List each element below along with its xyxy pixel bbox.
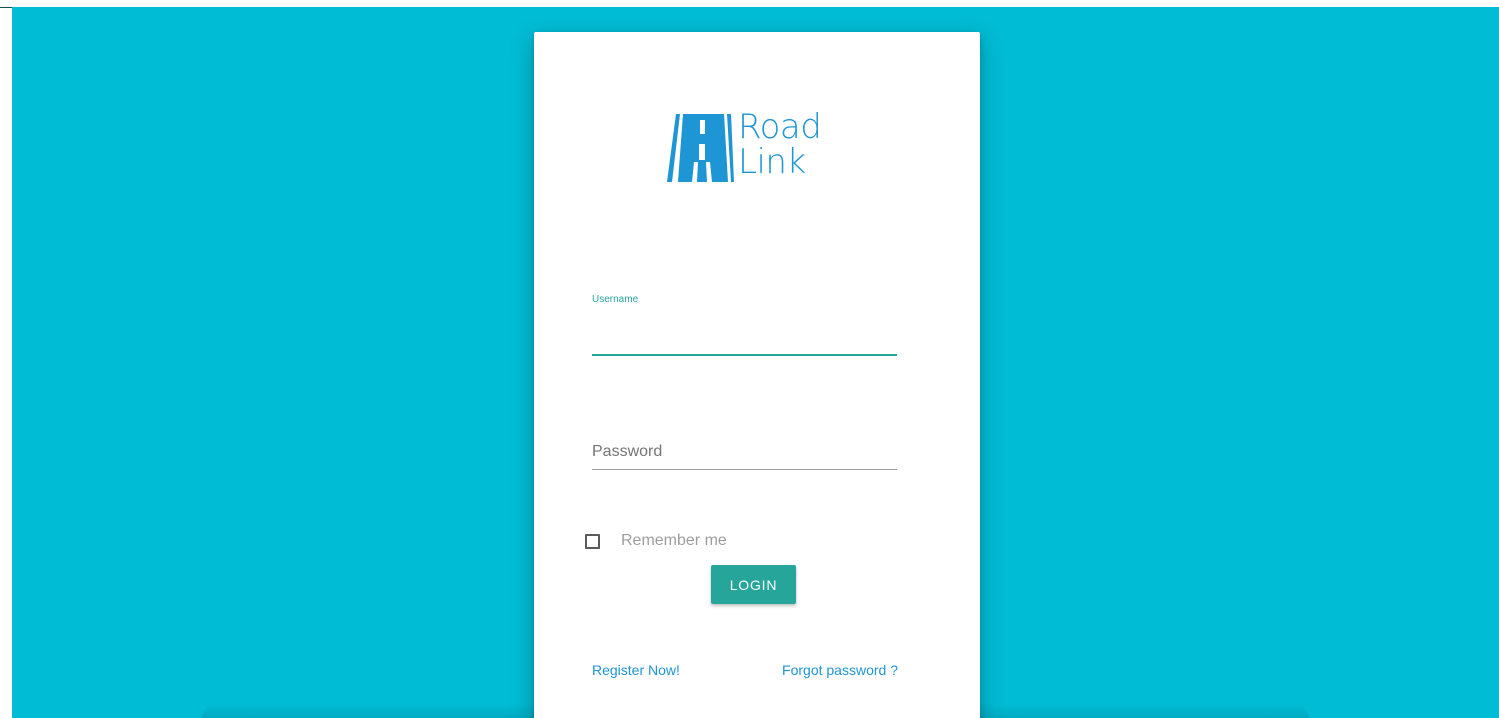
remember-me-checkbox[interactable] (585, 533, 600, 549)
remember-me-label[interactable]: Remember me (621, 532, 727, 550)
logo-wordmark: Road Link (738, 107, 822, 182)
username-field[interactable]: Username (592, 294, 897, 356)
login-button[interactable]: LOGIN (711, 565, 796, 604)
forgot-password-link[interactable]: Forgot password ? (782, 662, 898, 678)
register-link[interactable]: Register Now! (592, 662, 680, 678)
username-underline (592, 354, 897, 356)
road-logo-icon (667, 114, 734, 182)
roadlink-logo: Road Link (664, 110, 834, 188)
password-field[interactable] (592, 434, 897, 470)
password-underline (592, 469, 897, 470)
username-input[interactable] (592, 326, 897, 356)
login-card: Road Link Username Remember me LOGIN Reg… (534, 32, 980, 718)
page-background: Road Link Username Remember me LOGIN Reg… (12, 7, 1499, 718)
logo-line-road: Road (738, 107, 822, 147)
remember-me-row[interactable]: Remember me (585, 529, 727, 553)
logo-line-link: Link (738, 142, 806, 182)
username-label: Username (592, 294, 639, 305)
password-input[interactable] (592, 438, 897, 466)
